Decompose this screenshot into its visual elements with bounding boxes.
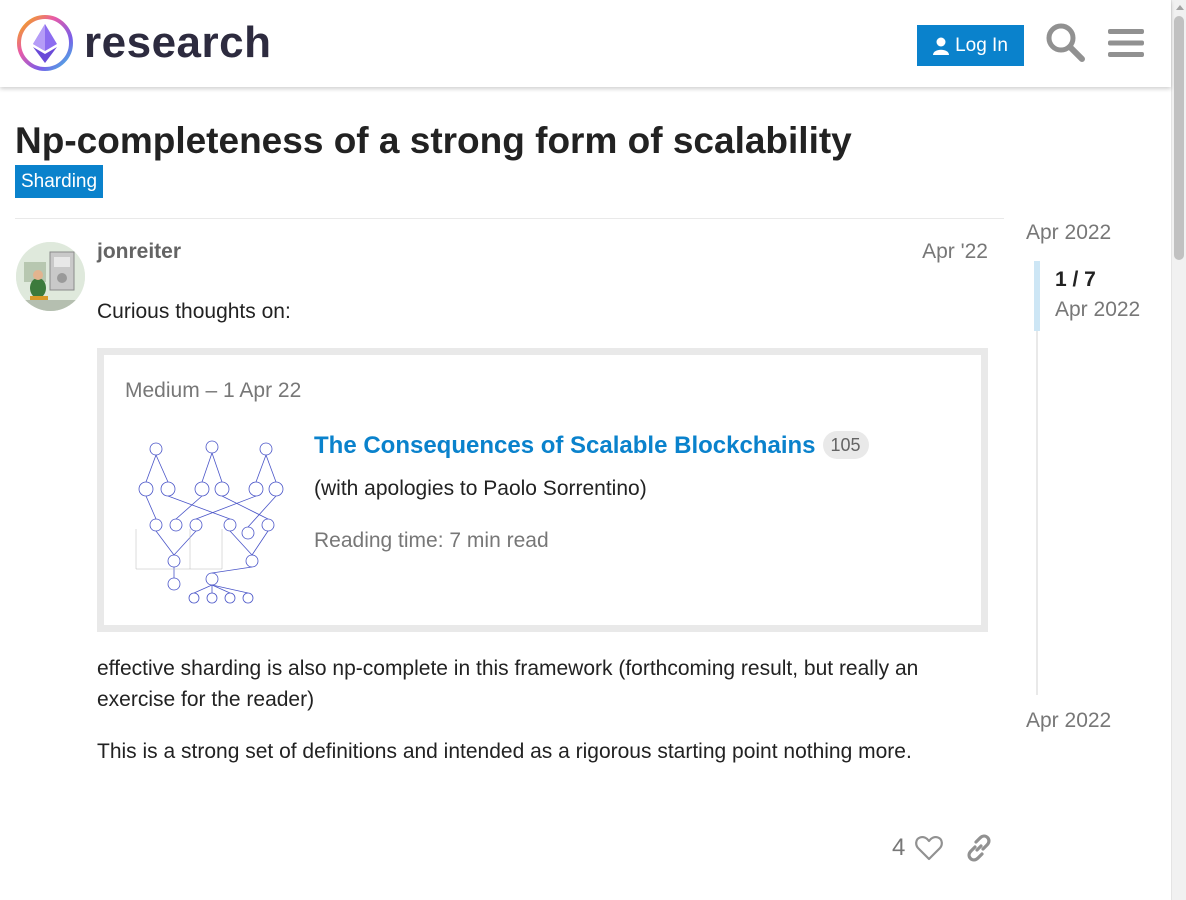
- timeline-start-date[interactable]: Apr 2022: [1026, 221, 1111, 245]
- search-button[interactable]: [1043, 20, 1087, 64]
- login-button[interactable]: Log In: [917, 25, 1024, 66]
- title-divider: [15, 218, 1004, 219]
- post-controls: 4: [880, 826, 995, 870]
- site-header: research Log In: [0, 0, 1171, 87]
- site-name: research: [84, 18, 272, 67]
- avatar-image: [16, 242, 85, 311]
- post-username[interactable]: jonreiter: [97, 240, 181, 264]
- category-badge[interactable]: Sharding: [15, 165, 104, 198]
- scroll-up-arrow-icon[interactable]: [1176, 5, 1184, 10]
- link-click-count-badge: 105: [822, 430, 869, 459]
- heart-icon: [915, 836, 944, 861]
- page-scrollbar[interactable]: [1171, 0, 1186, 900]
- scrollbar-thumb[interactable]: [1174, 16, 1184, 260]
- site-logo[interactable]: research: [16, 14, 271, 72]
- onebox-title: The Consequences of Scalable Blockchains: [314, 432, 816, 459]
- avatar[interactable]: [16, 242, 85, 311]
- onebox-thumbnail[interactable]: [124, 429, 286, 605]
- timeline-end-date[interactable]: Apr 2022: [1026, 709, 1111, 733]
- timeline-position: 1 / 7: [1055, 268, 1096, 291]
- share-link-button[interactable]: [963, 832, 995, 864]
- like-button[interactable]: [913, 832, 945, 864]
- search-icon: [1046, 23, 1085, 62]
- hamburger-icon: [1108, 29, 1144, 57]
- post-paragraph: effective sharding is also np-complete i…: [97, 657, 919, 711]
- post-paragraph: This is a strong set of definitions and …: [97, 740, 912, 763]
- timeline-position-date: Apr 2022: [1055, 298, 1141, 321]
- post-date[interactable]: Apr '22: [922, 240, 988, 264]
- onebox-description: (with apologies to Paolo Sorrentino): [314, 477, 647, 500]
- link-onebox[interactable]: Medium – 1 Apr 22 The Consequences of Sc…: [97, 348, 988, 632]
- timeline-scroller-handle[interactable]: [1034, 261, 1040, 331]
- login-label: Log In: [955, 34, 1008, 56]
- link-icon: [967, 834, 991, 862]
- topic-title[interactable]: Np-completeness of a strong form of scal…: [15, 120, 852, 162]
- hamburger-menu-button[interactable]: [1105, 22, 1147, 64]
- onebox-title-link[interactable]: The Consequences of Scalable Blockchains…: [314, 430, 869, 461]
- onebox-source[interactable]: Medium – 1 Apr 22: [125, 379, 301, 403]
- user-icon: [933, 37, 950, 55]
- like-count[interactable]: 4: [892, 834, 905, 862]
- ethresear-logo-icon: [17, 15, 73, 71]
- onebox-reading-time: Reading time: 7 min read: [314, 529, 549, 552]
- post-intro: Curious thoughts on:: [97, 300, 291, 323]
